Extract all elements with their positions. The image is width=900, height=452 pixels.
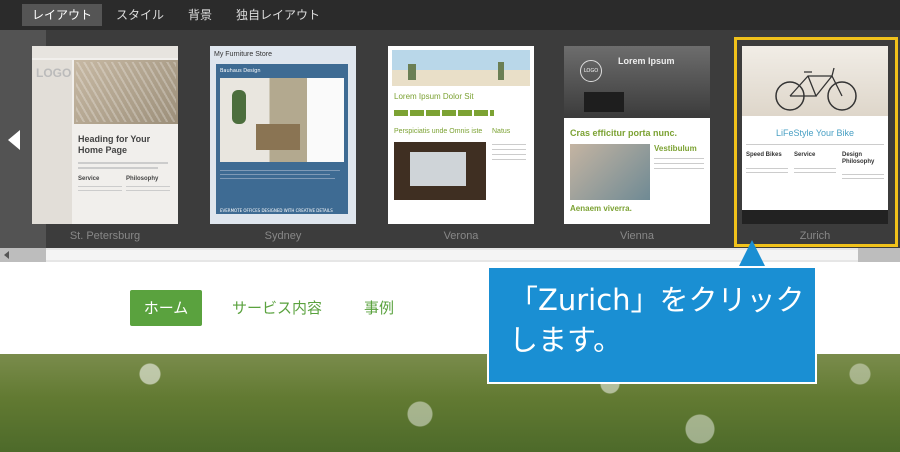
thumb-sub2: Natus — [492, 128, 511, 135]
thumb-col1-title: Speed Bikes — [746, 152, 782, 158]
layout-thumb-verona[interactable]: Lorem Ipsum Dolor Sit Perspiciatis unde … — [388, 46, 534, 224]
layout-carousel: LOGO Heading for Your Home Page Service … — [0, 30, 900, 248]
layout-thumb-st-petersburg[interactable]: LOGO Heading for Your Home Page Service … — [32, 46, 178, 224]
nav-services[interactable]: サービス内容 — [232, 290, 322, 326]
layout-label-sydney: Sydney — [264, 230, 302, 242]
thumb-col2-title: Philosophy — [126, 176, 159, 182]
layout-label-vienna: Vienna — [619, 230, 655, 242]
callout-pointer — [738, 240, 766, 268]
instruction-callout: 「Zurich」をクリック します。 — [487, 266, 817, 384]
thumb-col3-title: Design Philosophy — [842, 152, 875, 165]
layout-thumb-sydney[interactable]: My Furniture Store Bauhaus Design EVERMO… — [210, 46, 356, 224]
editor-tab-bar: レイアウト スタイル 背景 独自レイアウト — [0, 0, 900, 30]
thumb-site-title: My Furniture Store — [214, 51, 272, 58]
carousel-prev-icon[interactable] — [8, 130, 20, 150]
scroll-right-button[interactable] — [858, 248, 900, 262]
tab-background[interactable]: 背景 — [178, 4, 222, 26]
scroll-left-icon[interactable] — [0, 248, 46, 262]
thumb-sub1: Perspiciatis unde Omnis iste — [394, 128, 483, 135]
thumb-col1-title: Service — [78, 176, 100, 182]
thumb-heading: Heading for Your Home Page — [78, 134, 151, 155]
nav-cases[interactable]: 事例 — [364, 290, 394, 326]
thumb-hero-title: Bauhaus Design — [220, 68, 261, 74]
tab-layout[interactable]: レイアウト — [22, 4, 103, 26]
scrollbar-thumb[interactable] — [46, 250, 858, 260]
thumb-title: LiFeStyle Your Bike — [775, 128, 855, 138]
layout-label-verona: Verona — [443, 230, 479, 242]
logo-text: LOGO — [36, 66, 72, 80]
thumb-side-title: Vestibulum — [654, 144, 697, 153]
thumb-caption: Aenaem viverra. — [570, 204, 632, 213]
callout-line-1: 「Zurich」をクリック — [509, 283, 805, 317]
layout-thumb-vienna[interactable]: LOGO Lorem Ipsum Cras efficitur porta nu… — [564, 46, 710, 224]
tab-custom-layout[interactable]: 独自レイアウト — [226, 4, 330, 26]
layout-thumb-zurich[interactable]: LiFeStyle Your Bike Speed Bikes Service … — [742, 46, 888, 224]
nav-home[interactable]: ホーム — [130, 290, 202, 326]
tab-style[interactable]: スタイル — [106, 4, 174, 26]
callout-line-2: します。 — [509, 323, 623, 357]
thumb-title: Lorem Ipsum Dolor Sit — [394, 92, 474, 101]
thumb-title: Lorem Ipsum — [618, 56, 675, 66]
bike-illustration — [775, 67, 857, 111]
thumb-col2-title: Service — [794, 152, 816, 158]
thumb-logo: LOGO — [580, 60, 602, 82]
thumb-banner: EVERMOTE OFFICES DESIGNED WITH CREATIVE … — [220, 208, 333, 213]
thumb-heading: Cras efficitur porta nunc. — [570, 128, 678, 138]
layout-label-st-petersburg: St. Petersburg — [69, 230, 141, 242]
